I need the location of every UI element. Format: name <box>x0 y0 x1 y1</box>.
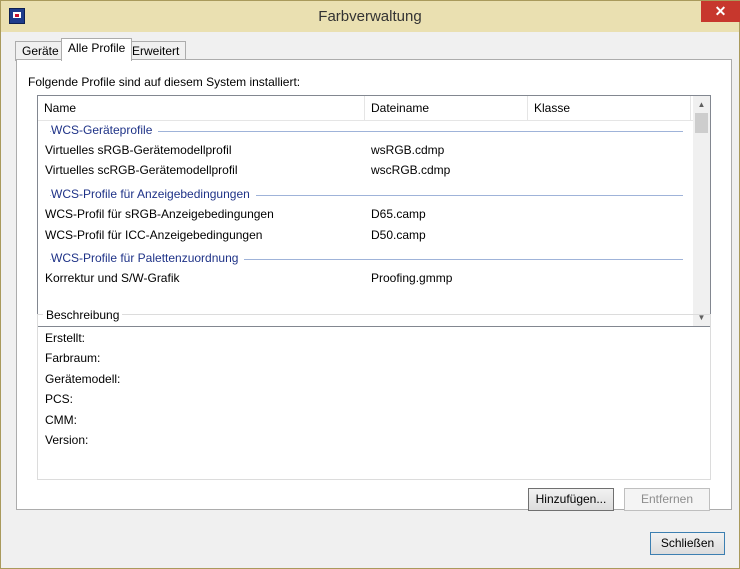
group-label: WCS-Profile für Palettenzuordnung <box>51 251 245 265</box>
column-header-name[interactable]: Name <box>38 96 365 120</box>
cmm-label: CMM: <box>45 413 77 427</box>
list-item[interactable]: Virtuelles scRGB-Gerätemodellprofil wscR… <box>38 161 693 181</box>
created-label: Erstellt: <box>45 331 86 345</box>
version-label: Version: <box>45 433 89 447</box>
close-dialog-button[interactable]: Schließen <box>650 532 725 555</box>
tab-alle-profile[interactable]: Alle Profile <box>61 38 133 61</box>
group-label: WCS-Profile für Anzeigebedingungen <box>51 187 256 201</box>
remove-profile-button[interactable]: Entfernen <box>624 488 710 511</box>
title-bar: Farbverwaltung ✕ <box>1 1 740 32</box>
profile-filename: wsRGB.cdmp <box>371 143 445 157</box>
dialog-client-area: Geräte Alle Profile Erweitert Folgende P… <box>8 32 732 563</box>
window: Farbverwaltung ✕ Geräte Alle Profile Erw… <box>0 0 740 569</box>
group-header[interactable]: WCS-Profile für Palettenzuordnung <box>38 249 693 269</box>
profile-name: WCS-Profil für ICC-Anzeigebedingungen <box>45 228 263 242</box>
list-item[interactable]: WCS-Profil für sRGB-Anzeigebedingungen D… <box>38 205 693 225</box>
color-space-label: Farbraum: <box>45 351 101 365</box>
list-item[interactable]: WCS-Profil für ICC-Anzeigebedingungen D5… <box>38 226 693 246</box>
scrollbar-thumb[interactable] <box>695 113 708 133</box>
profile-name: WCS-Profil für sRGB-Anzeigebedingungen <box>45 207 274 221</box>
profile-filename: Proofing.gmmp <box>371 271 453 285</box>
vertical-scrollbar[interactable]: ▲ ▼ <box>693 96 710 326</box>
profile-filename: D65.camp <box>371 207 426 221</box>
profile-filename: D50.camp <box>371 228 426 242</box>
tab-geraete[interactable]: Geräte <box>15 41 66 61</box>
profile-name: Virtuelles sRGB-Gerätemodellprofil <box>45 143 232 157</box>
description-groupbox <box>37 314 711 480</box>
list-item[interactable]: Virtuelles sRGB-Gerätemodellprofil wsRGB… <box>38 141 693 161</box>
list-item[interactable]: Korrektur und S/W-Grafik Proofing.gmmp <box>38 269 693 289</box>
description-title: Beschreibung <box>43 308 123 322</box>
profile-name: Korrektur und S/W-Grafik <box>45 271 180 285</box>
profiles-intro-label: Folgende Profile sind auf diesem System … <box>28 75 301 89</box>
tab-erweitert[interactable]: Erweitert <box>125 41 187 61</box>
group-header[interactable]: WCS-Profile für Anzeigebedingungen <box>38 185 693 205</box>
window-title: Farbverwaltung <box>318 8 422 25</box>
device-model-label: Gerätemodell: <box>45 372 121 386</box>
profiles-list[interactable]: Name Dateiname Klasse WCS-Geräteprofile … <box>37 95 711 327</box>
column-header-class[interactable]: Klasse <box>528 96 691 120</box>
column-header-filename[interactable]: Dateiname <box>365 96 528 120</box>
window-close-button[interactable]: ✕ <box>701 1 740 22</box>
profile-filename: wscRGB.cdmp <box>371 163 451 177</box>
group-header[interactable]: WCS-Geräteprofile <box>38 121 693 141</box>
list-header: Name Dateiname Klasse <box>38 96 693 121</box>
group-label: WCS-Geräteprofile <box>51 123 159 137</box>
add-profile-button[interactable]: Hinzufügen... <box>528 488 614 511</box>
pcs-label: PCS: <box>45 392 74 406</box>
profile-name: Virtuelles scRGB-Gerätemodellprofil <box>45 163 238 177</box>
scroll-up-icon[interactable]: ▲ <box>693 96 710 113</box>
